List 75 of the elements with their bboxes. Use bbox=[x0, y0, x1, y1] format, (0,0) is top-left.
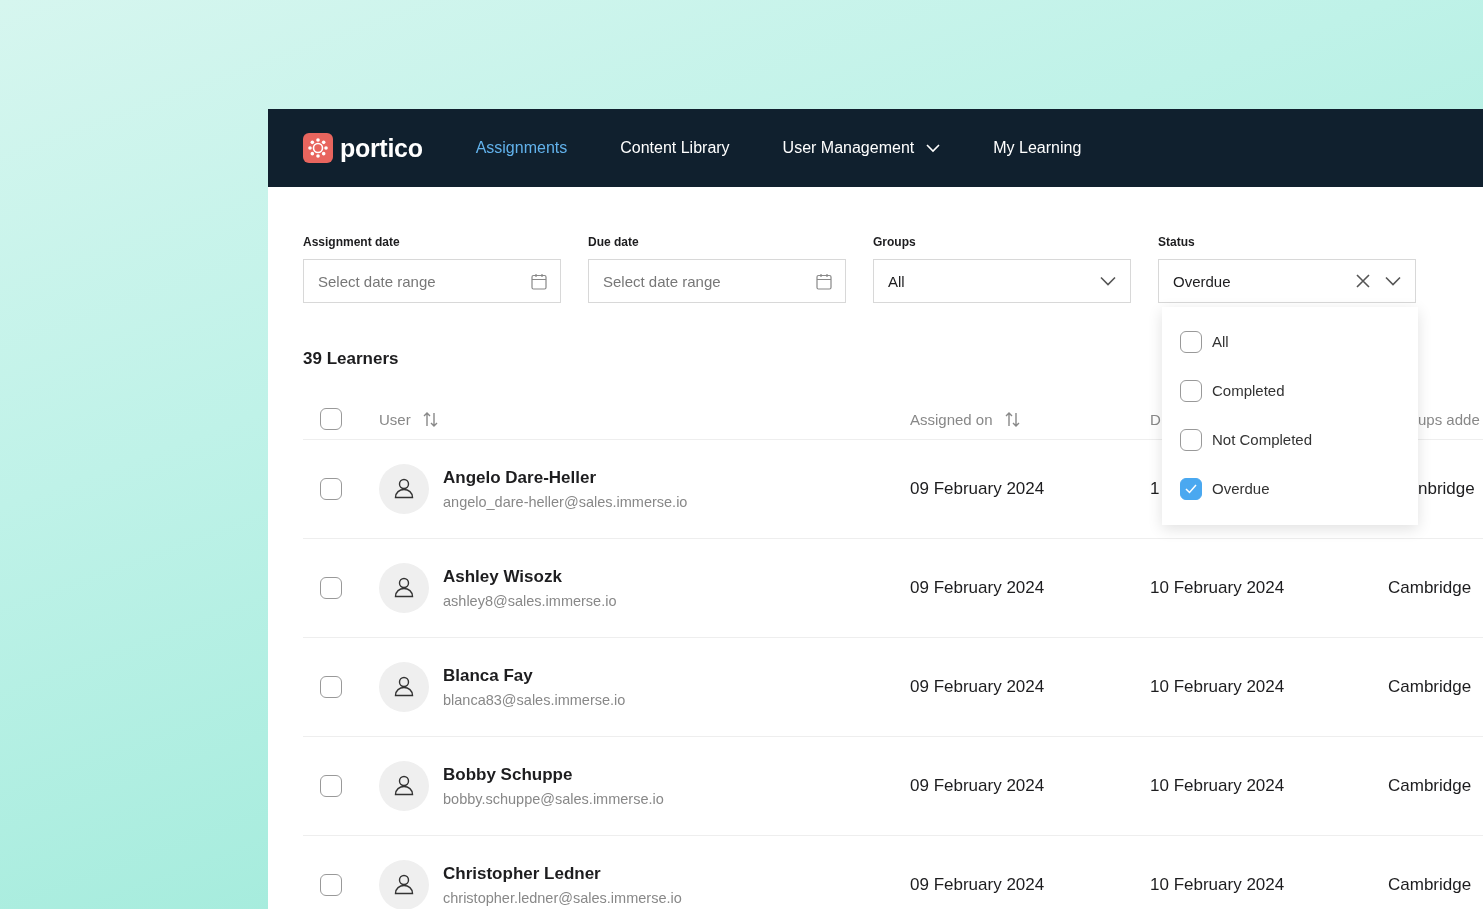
user-email: christopher.ledner@sales.immerse.io bbox=[443, 890, 682, 906]
checkbox[interactable] bbox=[1180, 477, 1202, 500]
avatar-icon bbox=[379, 860, 429, 909]
field-label: Due date bbox=[588, 235, 640, 249]
select-field[interactable]: All bbox=[873, 259, 1131, 303]
checkbox[interactable] bbox=[1180, 428, 1202, 451]
sort-icon bbox=[422, 411, 438, 427]
date-range-field[interactable]: Select date range bbox=[588, 259, 846, 303]
nav-link[interactable]: My Learning bbox=[993, 139, 1082, 157]
avatar-icon bbox=[379, 761, 429, 811]
sort-icon bbox=[1004, 411, 1020, 427]
table-cell: 1 bbox=[1150, 479, 1160, 499]
user-email: angelo_dare-heller@sales.immerse.io bbox=[443, 494, 688, 510]
avatar-icon bbox=[379, 662, 429, 712]
menu-option[interactable]: Completed bbox=[1162, 366, 1418, 415]
brand-name: portico bbox=[340, 133, 423, 163]
user-email: blanca83@sales.immerse.io bbox=[443, 692, 626, 708]
select-field[interactable]: Overdue bbox=[1158, 259, 1416, 303]
table-cell: 09 February 2024 bbox=[910, 479, 1045, 499]
user-email: ashley8@sales.immerse.io bbox=[443, 593, 617, 609]
checkbox[interactable] bbox=[320, 676, 342, 698]
table-cell: 10 February 2024 bbox=[1150, 677, 1285, 697]
user-name: Ashley Wisozk bbox=[443, 567, 563, 587]
checkbox[interactable] bbox=[320, 408, 342, 430]
checkbox[interactable] bbox=[320, 874, 342, 896]
checkbox[interactable] bbox=[320, 775, 342, 797]
user-name: Bobby Schuppe bbox=[443, 765, 574, 785]
table-cell: Cambridge bbox=[1388, 578, 1472, 598]
table-cell: Cambridge bbox=[1388, 677, 1472, 697]
field-label: Status bbox=[1158, 235, 1196, 249]
user-name: Christopher Ledner bbox=[443, 864, 602, 884]
chevron-down-icon bbox=[1100, 276, 1116, 286]
chevron-down-icon bbox=[926, 143, 941, 153]
clear-icon bbox=[1355, 273, 1371, 289]
table-cell: 09 February 2024 bbox=[910, 776, 1045, 796]
option-label: All bbox=[1212, 333, 1229, 350]
table-cell: 10 February 2024 bbox=[1150, 776, 1285, 796]
menu-option[interactable]: All bbox=[1162, 317, 1418, 366]
field-label: Groups bbox=[873, 235, 917, 249]
option-label: Overdue bbox=[1212, 480, 1270, 497]
date-range-field[interactable]: Select date range bbox=[303, 259, 561, 303]
avatar-icon bbox=[379, 464, 429, 514]
chevron-down-icon bbox=[1385, 276, 1401, 286]
column-header[interactable]: D bbox=[1150, 410, 1161, 428]
check-icon bbox=[1185, 483, 1197, 494]
menu-option[interactable]: Overdue bbox=[1162, 464, 1418, 513]
checkbox[interactable] bbox=[320, 478, 342, 500]
field-label: Assignment date bbox=[303, 235, 401, 249]
table-cell: 10 February 2024 bbox=[1150, 578, 1285, 598]
user-email: bobby.schuppe@sales.immerse.io bbox=[443, 791, 664, 807]
menu-option[interactable]: Not Completed bbox=[1162, 415, 1418, 464]
table-cell: 10 February 2024 bbox=[1150, 875, 1285, 895]
option-label: Not Completed bbox=[1212, 431, 1313, 448]
column-header[interactable]: User bbox=[379, 410, 438, 428]
table-cell-text: nbridge bbox=[1417, 479, 1475, 499]
option-label: Completed bbox=[1212, 382, 1285, 399]
calendar-icon bbox=[816, 273, 832, 290]
logo-icon bbox=[303, 133, 333, 163]
table-cell: Cambridge bbox=[1388, 875, 1472, 895]
calendar-icon bbox=[531, 273, 547, 290]
checkbox[interactable] bbox=[320, 577, 342, 599]
user-name: Angelo Dare-Heller bbox=[443, 468, 598, 488]
user-name: Blanca Fay bbox=[443, 666, 534, 686]
nav-link[interactable]: Content Library bbox=[620, 139, 730, 157]
checkbox[interactable] bbox=[1180, 330, 1202, 353]
learner-count: 39 Learners bbox=[303, 349, 400, 369]
avatar-icon bbox=[379, 563, 429, 613]
column-header[interactable]: Assigned on bbox=[910, 410, 1020, 428]
table-cell: 09 February 2024 bbox=[910, 875, 1045, 895]
table-cell: 09 February 2024 bbox=[910, 677, 1045, 697]
nav-link[interactable]: Assignments bbox=[475, 139, 568, 157]
table-cell: 09 February 2024 bbox=[910, 578, 1045, 598]
table-cell: Cambridge bbox=[1388, 776, 1472, 796]
nav-link[interactable]: User Management bbox=[782, 139, 941, 157]
checkbox[interactable] bbox=[1180, 379, 1202, 402]
